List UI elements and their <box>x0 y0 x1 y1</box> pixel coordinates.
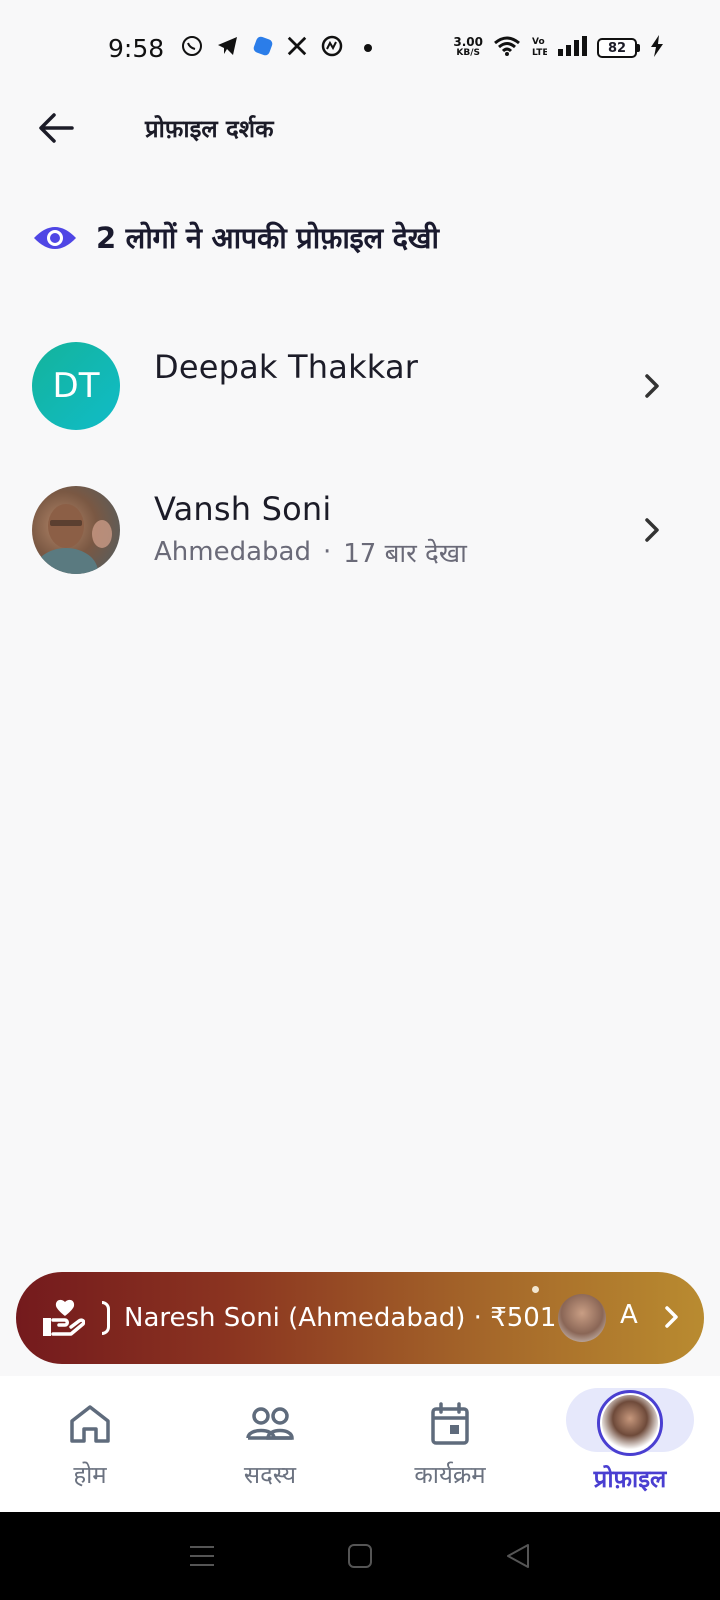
viewer-list: DT Deepak Thakkar Vansh Soni Ahmedabad ·… <box>0 314 720 602</box>
svg-text:Vo: Vo <box>532 37 545 47</box>
battery-icon: 82 <box>597 38 640 58</box>
back-nav-button[interactable] <box>504 1542 532 1570</box>
nav-label: होम <box>73 1461 107 1489</box>
telegram-icon <box>216 34 240 62</box>
nav-members[interactable]: सदस्य <box>180 1376 360 1512</box>
nav-events[interactable]: कार्यक्रम <box>360 1376 540 1512</box>
list-item[interactable]: Vansh Soni Ahmedabad · 17 बार देखा <box>0 458 720 602</box>
avatar-initials: DT <box>52 366 100 406</box>
calendar-icon <box>422 1396 478 1452</box>
status-bar: 9:58 3.00 KB/S Vo LTE 82 <box>0 0 720 96</box>
battery-level: 82 <box>597 38 637 58</box>
status-time: 9:58 <box>108 33 165 63</box>
banner-divider <box>102 1301 110 1335</box>
coin-icon <box>320 34 344 62</box>
donation-banner[interactable]: Naresh Soni (Ahmedabad) · ₹501 A <box>16 1272 704 1364</box>
square-icon <box>348 1544 372 1568</box>
views-summary-text: 2 लोगों ने आपकी प्रोफ़ाइल देखी <box>96 221 439 255</box>
carousel-dot <box>532 1286 539 1293</box>
menu-icon <box>190 1546 214 1566</box>
donation-text: Naresh Soni (Ahmedabad) · ₹501 <box>124 1303 557 1333</box>
status-left: 9:58 <box>108 33 373 63</box>
bottom-navigation: होम सदस्य कार्यक्रम प्रोफ़ाइल <box>0 1376 720 1512</box>
app-header: प्रोफ़ाइल दर्शक <box>0 96 720 160</box>
arrow-left-icon <box>39 113 74 143</box>
wifi-icon <box>493 35 521 61</box>
profile-avatar <box>597 1390 663 1456</box>
whatsapp-icon <box>180 34 204 62</box>
chevron-right-icon <box>665 1306 678 1328</box>
volte-icon: Vo LTE <box>531 35 549 61</box>
network-speed: 3.00 KB/S <box>453 35 483 58</box>
nav-home[interactable]: होम <box>0 1376 180 1512</box>
chevron-right-icon <box>645 518 659 542</box>
signal-icon <box>557 35 587 61</box>
avatar <box>32 486 120 574</box>
system-nav-bar <box>0 1512 720 1600</box>
donor-avatar <box>558 1294 606 1342</box>
viewer-city: Ahmedabad <box>154 537 311 567</box>
x-icon <box>286 35 308 61</box>
avatar: DT <box>32 342 120 430</box>
page-title: प्रोफ़ाइल दर्शक <box>145 115 274 143</box>
views-summary: 2 लोगों ने आपकी प्रोफ़ाइल देखी <box>32 218 439 257</box>
nav-label: कार्यक्रम <box>414 1461 486 1489</box>
charging-icon <box>650 34 664 62</box>
home-icon <box>62 1396 118 1452</box>
home-button[interactable] <box>346 1542 374 1570</box>
svg-text:LTE: LTE <box>532 48 547 57</box>
triangle-back-icon <box>507 1544 529 1568</box>
viewer-info: Vansh Soni Ahmedabad · 17 बार देखा <box>154 490 467 570</box>
meta-separator: · <box>322 537 332 567</box>
viewer-view-count: 17 बार देखा <box>343 539 467 569</box>
next-donor-initial: A <box>620 1300 638 1330</box>
notification-dot <box>364 44 373 52</box>
viewer-meta: Ahmedabad · 17 बार देखा <box>154 534 467 570</box>
nav-label: सदस्य <box>243 1461 297 1489</box>
app-icon <box>252 35 274 61</box>
back-button[interactable] <box>34 108 78 148</box>
recents-button[interactable] <box>188 1542 216 1570</box>
status-right: 3.00 KB/S Vo LTE 82 <box>453 34 664 62</box>
viewer-name: Vansh Soni <box>154 490 332 528</box>
nav-profile[interactable]: प्रोफ़ाइल <box>540 1376 720 1512</box>
viewer-name: Deepak Thakkar <box>154 348 419 386</box>
members-icon <box>242 1396 298 1452</box>
chevron-right-icon <box>645 374 659 398</box>
viewer-info: Deepak Thakkar <box>154 348 418 386</box>
person-photo <box>34 504 112 574</box>
nav-label: प्रोफ़ाइल <box>593 1465 667 1493</box>
donate-hand-heart-icon <box>40 1295 86 1341</box>
list-item[interactable]: DT Deepak Thakkar <box>0 314 720 458</box>
eye-icon <box>34 226 76 249</box>
